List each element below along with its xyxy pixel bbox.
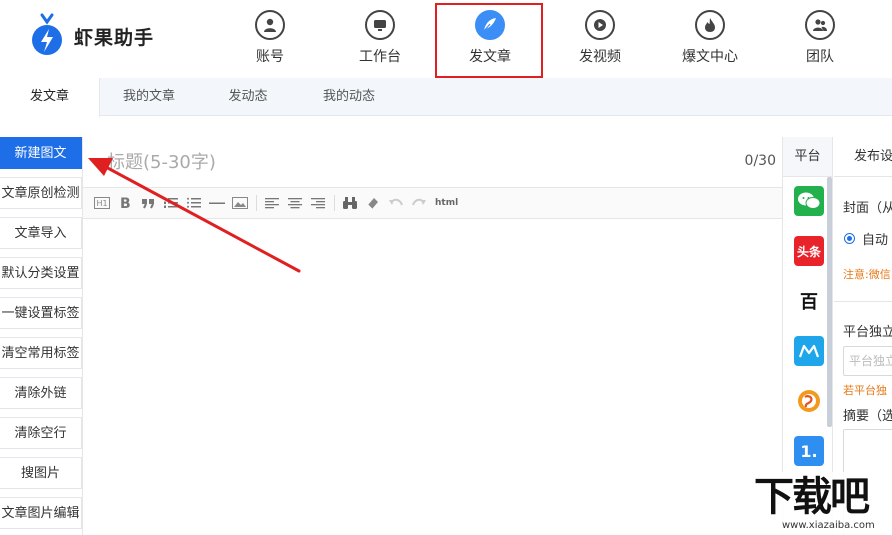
title-char-counter: 0/30 [744,153,776,169]
logo: 虾果助手 [28,12,154,60]
redo-icon[interactable] [408,192,430,214]
bold-icon[interactable]: B [114,192,136,214]
summary-label: 摘要（选 [843,409,892,424]
undo-icon[interactable] [385,192,407,214]
svg-text:H1: H1 [97,199,108,208]
cover-auto-radio[interactable] [844,233,855,244]
platform-header: 平台 [783,137,832,177]
tab-post-article[interactable]: 发文章 [0,78,100,117]
remove-blank-lines-button[interactable]: 清除空行 [0,417,82,449]
app-name: 虾果助手 [74,26,155,49]
nav-item-workbench[interactable]: 工作台 [328,0,432,78]
play-icon [585,10,615,40]
user-icon [255,10,285,40]
binoculars-icon[interactable] [339,192,361,214]
article-editor: 0/30 H1 B html [82,137,783,535]
standalone-input[interactable]: 平台独立 [843,346,892,376]
feather-icon [475,10,505,40]
app-window: 虾果助手 账号 工作台 发文章 发视频 爆文中心 团队 发文章 我的文章 发动态… [0,0,892,535]
editor-toolbar: H1 B html [83,187,783,219]
nav-label: 团队 [806,49,834,65]
new-article-button[interactable]: 新建图文 [0,137,82,169]
nav-label: 发视频 [579,49,621,65]
editor-content-area[interactable] [83,219,783,535]
tool-sidebar: 新建图文 文章原创检测 文章导入 默认分类设置 一键设置标签 清空常用标签 清除… [0,137,82,535]
standalone-label: 平台独立 [843,325,892,340]
title-input[interactable] [107,147,707,177]
svg-text:B: B [120,196,131,210]
baijiahao-icon[interactable]: 百 [794,286,824,316]
watermark-logo-text: 下载吧 [754,473,870,520]
nav-label: 工作台 [359,49,401,65]
image-edit-button[interactable]: 文章图片编辑 [0,497,82,529]
nav-item-post-article[interactable]: 发文章 [438,0,542,78]
hr-icon[interactable] [206,192,228,214]
cover-note: 注意:微信 [843,268,891,281]
subtab-bar: 发文章 我的文章 发动态 我的动态 [0,78,892,117]
team-icon [805,10,835,40]
settings-divider [834,301,892,302]
search-images-button[interactable]: 搜图片 [0,457,82,489]
monitor-icon [365,10,395,40]
top-nav: 虾果助手 账号 工作台 发文章 发视频 爆文中心 团队 [0,0,892,78]
ordered-list-icon[interactable] [160,192,182,214]
yidian-icon[interactable]: 1. [794,436,824,466]
dayu-icon[interactable] [794,336,824,366]
cover-label: 封面（从 [843,201,892,216]
remove-links-button[interactable]: 清除外链 [0,377,82,409]
platform-scrollbar[interactable] [827,177,832,427]
set-tags-button[interactable]: 一键设置标签 [0,297,82,329]
nav-item-post-video[interactable]: 发视频 [548,0,652,78]
align-left-icon[interactable] [261,192,283,214]
nav-item-team[interactable]: 团队 [768,0,872,78]
logo-icon [28,12,66,60]
originality-check-button[interactable]: 文章原创检测 [0,177,82,209]
nav-label: 爆文中心 [682,49,738,65]
nav-item-account[interactable]: 账号 [218,0,322,78]
align-right-icon[interactable] [307,192,329,214]
default-category-button[interactable]: 默认分类设置 [0,257,82,289]
standalone-note: 若平台独 [843,384,887,397]
flame-icon [695,10,725,40]
image-icon[interactable] [229,192,251,214]
nav-label: 账号 [256,49,284,65]
tab-my-articles[interactable]: 我的文章 [100,78,198,116]
toutiao-icon[interactable]: 头条 [794,236,824,266]
article-import-button[interactable]: 文章导入 [0,217,82,249]
tab-post-update[interactable]: 发动态 [198,78,298,116]
h1-icon[interactable]: H1 [91,192,113,214]
eraser-icon[interactable] [362,192,384,214]
tab-my-updates[interactable]: 我的动态 [298,78,400,116]
clear-tags-button[interactable]: 清空常用标签 [0,337,82,369]
settings-header: 发布设 [834,137,892,177]
nav-label: 发文章 [469,49,511,65]
quote-icon[interactable] [137,192,159,214]
toolbar-divider [256,195,257,211]
html-source-button[interactable]: html [435,198,458,208]
site-watermark: 下载吧 www.xiazaiba.com [748,472,892,535]
cover-auto-label: 自动 [862,233,889,248]
nav-item-hot-articles[interactable]: 爆文中心 [658,0,762,78]
sohu-icon[interactable] [794,386,824,416]
align-center-icon[interactable] [284,192,306,214]
wechat-icon[interactable] [794,186,824,216]
watermark-url: www.xiazaiba.com [782,520,875,531]
unordered-list-icon[interactable] [183,192,205,214]
toolbar-divider [334,195,335,211]
